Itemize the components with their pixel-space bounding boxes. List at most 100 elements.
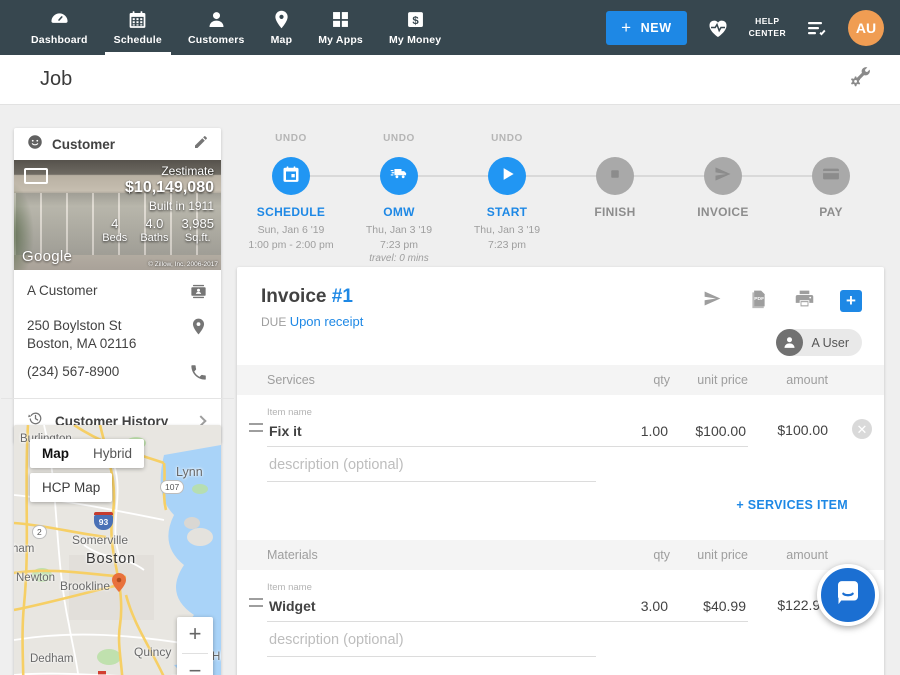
edit-pencil-icon[interactable] xyxy=(193,134,209,155)
item-name-input[interactable] xyxy=(267,423,596,447)
map-label-lynn: Lynn xyxy=(176,465,203,479)
item-name-input[interactable] xyxy=(267,598,596,622)
step-label: OMW xyxy=(383,205,415,219)
assignee-chip[interactable]: A User xyxy=(776,329,862,356)
pdf-icon[interactable]: PDF xyxy=(748,288,769,314)
finish-step-button[interactable] xyxy=(596,157,634,195)
beds-label: Beds xyxy=(102,232,127,244)
heart-pulse-icon[interactable] xyxy=(706,16,730,40)
hcp-map-button[interactable]: HCP Map xyxy=(30,473,112,502)
map-button[interactable]: Map xyxy=(30,439,81,468)
phone-icon[interactable] xyxy=(189,363,208,387)
unit-price-input[interactable] xyxy=(670,598,748,622)
due-value-link[interactable]: Upon receipt xyxy=(290,314,364,329)
nav-item-schedule[interactable]: Schedule xyxy=(101,0,175,55)
timeline-step-finish: FINISH xyxy=(561,133,669,266)
customer-details: A Customer 250 Boylston St Boston, MA 02… xyxy=(14,270,221,387)
chat-widget-button[interactable] xyxy=(817,564,879,626)
invoice-step-button[interactable] xyxy=(704,157,742,195)
step-time: 7:23 pm xyxy=(488,238,526,253)
contact-card-icon[interactable] xyxy=(189,282,208,306)
item-name-label: Item name xyxy=(267,407,596,418)
customer-card: Customer Zestimate $10,149,080 Built in … xyxy=(14,128,221,443)
qty-input[interactable] xyxy=(596,423,670,447)
nav-item-my-apps[interactable]: My Apps xyxy=(305,0,376,55)
list-check-icon[interactable] xyxy=(805,16,829,40)
step-travel: travel: 0 mins xyxy=(369,252,428,266)
undo-link[interactable]: UNDO xyxy=(491,133,523,149)
nav-label: My Apps xyxy=(318,34,363,46)
schedule-step-button[interactable] xyxy=(272,157,310,195)
send-icon xyxy=(713,164,733,189)
nav-item-dashboard[interactable]: Dashboard xyxy=(18,0,101,55)
map-label-dedham: Dedham xyxy=(30,653,73,665)
beds-value: 4 xyxy=(102,216,127,231)
job-status-timeline: UNDO SCHEDULE Sun, Jan 6 '19 1:00 pm - 2… xyxy=(237,133,885,265)
add-services-row: + SERVICES ITEM xyxy=(237,482,884,530)
send-icon[interactable] xyxy=(702,288,723,314)
svg-text:$: $ xyxy=(412,15,419,27)
map-label-waltham: ham xyxy=(14,543,34,555)
drag-handle-icon[interactable] xyxy=(249,598,263,607)
omw-step-button[interactable] xyxy=(380,157,418,195)
undo-link[interactable]: UNDO xyxy=(275,133,307,149)
step-time: 7:23 pm xyxy=(380,238,418,253)
add-services-item-link[interactable]: + SERVICES ITEM xyxy=(736,498,848,512)
pay-step-button[interactable] xyxy=(812,157,850,195)
description-input[interactable] xyxy=(267,457,596,482)
property-photo[interactable]: Zestimate $10,149,080 Built in 1911 4 Be… xyxy=(14,160,221,270)
invoice-actions: PDF + xyxy=(702,288,862,314)
description-input[interactable] xyxy=(267,632,596,657)
timeline-step-pay: PAY xyxy=(777,133,885,266)
map-label-brookline: Brookline xyxy=(60,579,110,593)
job-tools-icon[interactable] xyxy=(848,65,872,94)
primary-nav: Dashboard Schedule Customers Map My Apps… xyxy=(0,0,454,55)
step-time: 1:00 pm - 2:00 pm xyxy=(248,238,333,253)
materials-description-row xyxy=(237,622,884,657)
services-line-item: Item name $100.00 ✕ xyxy=(237,395,884,447)
nav-item-map[interactable]: Map xyxy=(258,0,306,55)
help-center-button[interactable]: HELP CENTER xyxy=(749,16,786,38)
add-button[interactable]: + xyxy=(840,290,862,312)
main-content: Customer Zestimate $10,149,080 Built in … xyxy=(0,105,900,675)
calendar-icon xyxy=(127,9,148,30)
start-step-button[interactable] xyxy=(488,157,526,195)
zoom-in-button[interactable]: + xyxy=(177,617,213,653)
unit-price-header: unit price xyxy=(670,373,748,387)
map-label-hingham: Hi xyxy=(212,651,221,663)
customer-phone-row: (234) 567-8900 xyxy=(27,363,208,387)
google-logo: Google xyxy=(22,248,72,265)
new-button-label: NEW xyxy=(641,21,672,35)
invoice-header: Invoice #1 DUE Upon receipt PDF + A User xyxy=(237,267,884,365)
undo-link[interactable]: UNDO xyxy=(383,133,415,149)
svg-text:PDF: PDF xyxy=(754,296,764,302)
drag-handle-icon[interactable] xyxy=(249,423,263,432)
zoom-out-button[interactable]: − xyxy=(177,654,213,675)
step-label: FINISH xyxy=(594,205,635,219)
hybrid-button[interactable]: Hybrid xyxy=(81,439,144,468)
customer-address-row: 250 Boylston St Boston, MA 02116 xyxy=(27,317,208,353)
user-avatar[interactable]: AU xyxy=(848,10,884,46)
qty-header: qty xyxy=(596,548,670,562)
unit-price-input[interactable] xyxy=(670,423,748,447)
location-pin-icon[interactable] xyxy=(189,317,208,353)
nav-item-my-money[interactable]: $ My Money xyxy=(376,0,454,55)
invoice-number[interactable]: #1 xyxy=(332,286,353,307)
route-2-badge: 2 xyxy=(32,525,47,539)
print-icon[interactable] xyxy=(794,288,815,314)
amount-header: amount xyxy=(748,373,840,387)
section-name: Services xyxy=(267,373,596,387)
nav-item-customers[interactable]: Customers xyxy=(175,0,258,55)
stat-sqft: 3,985 Sq.ft. xyxy=(181,216,214,244)
line-amount: $100.00 xyxy=(748,422,840,447)
dollar-icon: $ xyxy=(405,9,426,30)
map-canvas[interactable]: Burlington Lynn ham Somerville Boston Ne… xyxy=(14,425,221,675)
item-name-cell: Item name xyxy=(267,407,596,447)
new-button[interactable]: + NEW xyxy=(606,11,687,45)
materials-line-item: Item name $122.97 xyxy=(237,570,884,622)
map-pin-icon xyxy=(271,9,292,30)
map-card: Burlington Lynn ham Somerville Boston Ne… xyxy=(14,425,221,675)
map-label-somerville: Somerville xyxy=(72,533,128,547)
delete-item-button[interactable]: ✕ xyxy=(852,419,872,439)
qty-input[interactable] xyxy=(596,598,670,622)
